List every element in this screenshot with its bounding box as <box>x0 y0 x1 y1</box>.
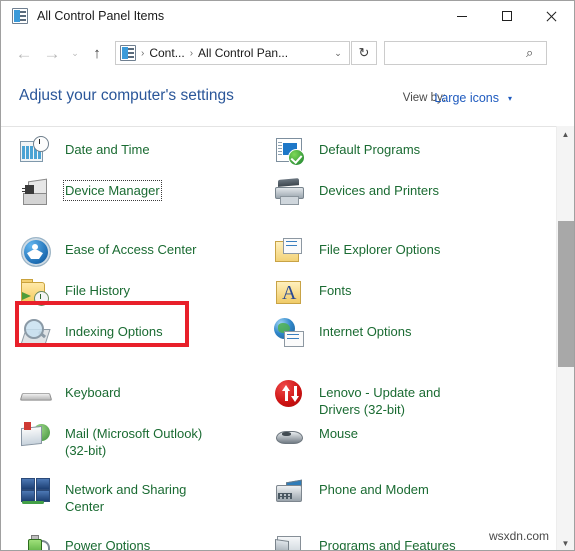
view-by-dropdown[interactable]: Large icons <box>434 91 499 105</box>
breadcrumb-separator: › <box>189 47 194 59</box>
device-manager-icon <box>19 176 51 208</box>
address-bar[interactable]: › Cont... › All Control Pan... ⌄ <box>115 41 350 65</box>
maximize-icon <box>501 11 512 21</box>
breadcrumb-all-control-panel-items[interactable]: All Control Pan... <box>198 46 288 60</box>
breadcrumb-separator: › <box>141 47 145 59</box>
control-panel-item-label: Date and Time <box>65 142 150 157</box>
triangle-up-icon: ▲ <box>561 130 570 139</box>
control-panel-item[interactable]: Device Manager <box>19 176 269 208</box>
page-title: Adjust your computer's settings <box>19 87 234 104</box>
scroll-up-button[interactable]: ▲ <box>557 126 574 143</box>
chevron-down-icon[interactable]: ▾ <box>508 94 512 103</box>
minimize-button[interactable] <box>439 1 484 31</box>
control-panel-item-label: Phone and Modem <box>319 482 429 497</box>
scroll-down-button[interactable]: ▼ <box>557 535 574 550</box>
search-input[interactable] <box>391 46 529 60</box>
control-panel-item-label: Ease of Access Center <box>65 242 197 257</box>
fonts-icon: A <box>273 276 305 308</box>
close-button[interactable] <box>529 1 574 31</box>
control-panel-item[interactable]: Date and Time <box>19 135 269 167</box>
power-options-icon <box>19 531 51 550</box>
refresh-icon: ↻ <box>358 45 370 60</box>
file-history-icon <box>19 276 51 308</box>
control-panel-item-label: Programs and Features <box>319 538 456 551</box>
back-button[interactable]: ← <box>10 39 38 67</box>
control-panel-item-label: Internet Options <box>319 324 412 339</box>
control-panel-item[interactable]: Mail (Microsoft Outlook) (32-bit) <box>19 419 269 459</box>
up-button[interactable]: ↑ <box>84 39 110 67</box>
file-explorer-options-icon <box>273 235 305 267</box>
control-panel-item[interactable]: Indexing Options <box>19 317 269 349</box>
control-panel-item[interactable]: Lenovo - Update and Drivers (32-bit) <box>273 378 523 418</box>
control-panel-item[interactable]: Phone and Modem <box>273 475 523 507</box>
watermark: wsxdn.com <box>485 528 552 544</box>
control-panel-item[interactable]: Internet Options <box>273 317 523 349</box>
recent-locations-button[interactable]: ⌄ <box>66 39 84 67</box>
minimize-icon <box>456 15 467 17</box>
address-dropdown-button[interactable]: ⌄ <box>327 42 349 64</box>
control-panel-item[interactable]: File History <box>19 276 269 308</box>
control-panel-item-label: File History <box>65 283 131 298</box>
control-panel-items-grid: Date and Time Device Manager Ease of Acces… <box>1 127 553 551</box>
window-title: All Control Panel Items <box>37 9 165 23</box>
triangle-down-icon: ▼ <box>561 539 570 548</box>
keyboard-icon <box>19 378 53 410</box>
close-icon <box>546 11 557 22</box>
network-sharing-icon <box>19 475 51 507</box>
window-controls <box>439 1 574 31</box>
arrow-right-icon: → <box>43 43 61 63</box>
control-panel-item-label: Mail (Microsoft Outlook) (32-bit) <box>65 426 203 458</box>
control-panel-item[interactable]: A Fonts <box>273 276 523 308</box>
control-panel-item[interactable]: Power Options <box>19 531 269 551</box>
chevron-down-icon: ⌄ <box>334 47 342 58</box>
arrow-left-icon: ← <box>15 43 33 63</box>
search-icon[interactable]: ⌕ <box>526 45 540 61</box>
control-panel-item-label: Keyboard <box>65 385 121 400</box>
navigation-bar: ← → ⌄ ↑ › Cont... › All Control Pan... ⌄… <box>1 31 574 75</box>
vertical-scrollbar[interactable]: ▲ ▼ <box>556 126 574 550</box>
lenovo-update-icon <box>273 378 305 410</box>
mouse-icon <box>273 419 305 451</box>
control-panel-icon <box>120 45 136 61</box>
refresh-button[interactable]: ↻ <box>351 41 377 65</box>
heading-row: Adjust your computer's settings View by:… <box>1 79 574 121</box>
control-panel-item-label: Default Programs <box>319 142 421 157</box>
devices-printers-icon <box>273 176 305 208</box>
maximize-button[interactable] <box>484 1 529 31</box>
forward-button[interactable]: → <box>38 39 66 67</box>
items-content-area: Date and Time Device Manager Ease of Acces… <box>1 126 574 551</box>
indexing-options-icon <box>19 317 51 349</box>
control-panel-item[interactable]: Devices and Printers <box>273 176 523 208</box>
control-panel-item[interactable]: Ease of Access Center <box>19 235 269 267</box>
control-panel-icon <box>12 8 28 24</box>
control-panel-item-label: Indexing Options <box>65 324 163 339</box>
control-panel-item-label: Power Options <box>65 538 151 551</box>
chevron-down-icon: ⌄ <box>71 47 79 58</box>
control-panel-item-label: Fonts <box>319 283 352 298</box>
breadcrumb-control-panel[interactable]: Cont... <box>149 46 184 60</box>
scrollbar-thumb[interactable] <box>558 221 574 367</box>
title-bar: All Control Panel Items <box>1 1 574 31</box>
ease-of-access-icon <box>19 235 51 267</box>
date-and-time-icon <box>19 135 51 167</box>
control-panel-item-label: Network and Sharing Center <box>65 482 187 514</box>
control-panel-item[interactable]: Default Programs <box>273 135 523 167</box>
internet-options-icon <box>273 317 305 349</box>
control-panel-item-label: Devices and Printers <box>319 183 439 198</box>
control-panel-item-label: File Explorer Options <box>319 242 441 257</box>
control-panel-item[interactable]: Network and Sharing Center <box>19 475 269 515</box>
mail-outlook-icon <box>19 419 51 451</box>
phone-modem-icon <box>273 475 305 507</box>
programs-features-icon <box>273 531 305 550</box>
control-panel-window: All Control Panel Items ← → ⌄ ↑ › Cont..… <box>0 0 575 551</box>
search-box[interactable]: ⌕ <box>384 41 547 65</box>
control-panel-item[interactable]: File Explorer Options <box>273 235 523 267</box>
control-panel-item-label: Mouse <box>319 426 359 441</box>
control-panel-item-label: Device Manager <box>63 180 162 201</box>
control-panel-item-label: Lenovo - Update and Drivers (32-bit) <box>319 385 441 417</box>
default-programs-icon <box>273 135 305 167</box>
control-panel-item[interactable]: Mouse <box>273 419 523 451</box>
arrow-up-icon: ↑ <box>93 44 101 62</box>
control-panel-item[interactable]: Keyboard <box>19 378 269 410</box>
